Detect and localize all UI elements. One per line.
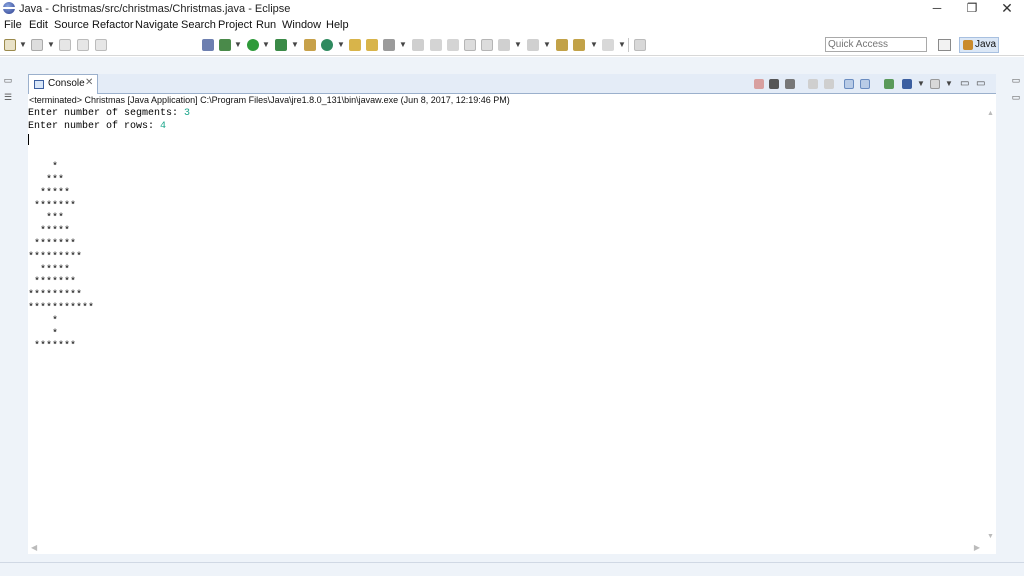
input-segments: 3	[184, 108, 191, 119]
scroll-down-icon[interactable]: ▼	[987, 533, 994, 540]
debug-dropdown-icon[interactable]: ▼	[234, 40, 242, 49]
coverage-icon[interactable]	[275, 39, 287, 51]
scroll-corner	[986, 542, 996, 554]
save-icon[interactable]	[59, 39, 71, 51]
console-tab-label: Console	[48, 78, 85, 89]
close-button[interactable]: ✕	[990, 0, 1024, 18]
debug-icon[interactable]	[219, 39, 231, 51]
menu-window[interactable]: Window	[282, 19, 321, 31]
mark-occurrences-icon[interactable]	[447, 39, 459, 51]
text-caret	[28, 133, 29, 145]
clear-console-icon[interactable]	[808, 79, 818, 89]
menu-edit[interactable]: Edit	[29, 19, 48, 31]
menu-project[interactable]: Project	[218, 19, 252, 31]
menu-navigate[interactable]: Navigate	[135, 19, 178, 31]
new-class-dropdown-icon[interactable]: ▼	[337, 40, 345, 49]
scroll-right-icon[interactable]: ▶	[974, 543, 980, 552]
horizontal-scrollbar[interactable]: ◀ ▶	[28, 542, 986, 554]
show-on-output-icon[interactable]	[860, 79, 870, 89]
annotation-icon[interactable]	[430, 39, 442, 51]
eclipse-icon	[3, 2, 15, 14]
display-console-dropdown-icon[interactable]: ▼	[917, 79, 925, 88]
console-icon	[34, 80, 44, 89]
search-icon[interactable]	[383, 39, 395, 51]
remove-launch-icon[interactable]	[769, 79, 779, 89]
menu-bar: File Edit Source Refactor Navigate Searc…	[0, 18, 1024, 34]
minimize-button[interactable]: ─	[920, 0, 954, 18]
word-wrap-icon[interactable]	[844, 79, 854, 89]
prev-annotation-icon[interactable]	[527, 39, 539, 51]
scroll-left-icon[interactable]: ◀	[31, 543, 37, 552]
console-view-toolbar: ▼ ▼ ▭ ▭	[98, 74, 996, 94]
back-dropdown-icon[interactable]: ▼	[590, 40, 598, 49]
scroll-lock-icon[interactable]	[824, 79, 834, 89]
pin-icon[interactable]	[412, 39, 424, 51]
java-perspective-button[interactable]: Java	[959, 37, 999, 53]
outline-icon[interactable]: ▭	[1008, 92, 1024, 103]
next-annotation-icon[interactable]	[498, 39, 510, 51]
coverage-dropdown-icon[interactable]: ▼	[291, 40, 299, 49]
restore-right-icon[interactable]: ▭	[1008, 75, 1024, 86]
next-annotation-dropdown-icon[interactable]: ▼	[514, 40, 522, 49]
minimize-view-icon[interactable]: ▭	[960, 78, 969, 89]
open-folder-icon[interactable]	[349, 39, 361, 51]
new-class-icon[interactable]	[321, 39, 333, 51]
pin-editor-icon[interactable]	[634, 39, 646, 51]
close-tab-icon[interactable]: ✕	[85, 77, 93, 88]
open-type-icon[interactable]	[31, 39, 43, 51]
open-dropdown-icon[interactable]: ▼	[47, 40, 55, 49]
last-edit-icon[interactable]	[556, 39, 568, 51]
menu-file[interactable]: File	[4, 19, 22, 31]
package-explorer-icon[interactable]: ☰	[0, 92, 16, 103]
terminate-icon[interactable]	[754, 79, 764, 89]
forward-icon[interactable]	[602, 39, 614, 51]
open-perspective-icon[interactable]	[938, 39, 951, 51]
right-trim: ▭ ▭	[1008, 75, 1024, 115]
window-title: Java - Christmas/src/christmas/Christmas…	[19, 3, 291, 15]
save-all-icon[interactable]	[77, 39, 89, 51]
scroll-up-icon[interactable]: ▲	[987, 110, 994, 117]
console-status-line: <terminated> Christmas [Java Application…	[28, 94, 996, 108]
left-trim: ▭ ☰	[0, 75, 16, 115]
prev-annotation-dropdown-icon[interactable]: ▼	[543, 40, 551, 49]
open-console-dropdown-icon[interactable]: ▼	[945, 79, 953, 88]
skip-breakpoints-icon[interactable]	[202, 39, 214, 51]
remove-all-icon[interactable]	[785, 79, 795, 89]
show-whitespace-icon[interactable]	[481, 39, 493, 51]
new-icon[interactable]	[4, 39, 16, 51]
prompt-rows: Enter number of rows:	[28, 120, 161, 132]
tree-output: * *** ***** ******* *** ***** ******* **…	[28, 162, 95, 353]
run-icon[interactable]	[247, 39, 259, 51]
prompt-segments: Enter number of segments:	[28, 108, 185, 119]
menu-run[interactable]: Run	[256, 19, 276, 31]
search-dropdown-icon[interactable]: ▼	[399, 40, 407, 49]
maximize-button[interactable]: ❐	[955, 0, 989, 18]
pin-console-icon[interactable]	[884, 79, 894, 89]
forward-dropdown-icon[interactable]: ▼	[618, 40, 626, 49]
menu-source[interactable]: Source	[54, 19, 89, 31]
block-selection-icon[interactable]	[464, 39, 476, 51]
menu-refactor[interactable]: Refactor	[92, 19, 134, 31]
toolbar-separator	[628, 38, 629, 52]
open-console-icon[interactable]	[930, 79, 940, 89]
maximize-view-icon[interactable]: ▭	[976, 78, 985, 89]
menu-help[interactable]: Help	[326, 19, 349, 31]
run-dropdown-icon[interactable]: ▼	[262, 40, 270, 49]
input-rows: 4	[160, 120, 167, 132]
quick-access-input[interactable]	[825, 37, 927, 52]
menu-search[interactable]: Search	[181, 19, 216, 31]
external-tools-icon[interactable]	[304, 39, 316, 51]
vertical-scrollbar[interactable]: ▲ ▼	[986, 108, 996, 542]
display-console-icon[interactable]	[902, 79, 912, 89]
print-icon[interactable]	[95, 39, 107, 51]
status-bar	[0, 562, 1024, 576]
restore-icon[interactable]: ▭	[0, 75, 16, 86]
title-bar: Java - Christmas/src/christmas/Christmas…	[0, 0, 1024, 18]
back-icon[interactable]	[573, 39, 585, 51]
new-dropdown-icon[interactable]: ▼	[19, 40, 27, 49]
console-output[interactable]: Enter number of segments: 3 Enter number…	[28, 108, 986, 542]
open-folder-2-icon[interactable]	[366, 39, 378, 51]
tab-console[interactable]: Console ✕	[28, 74, 98, 94]
